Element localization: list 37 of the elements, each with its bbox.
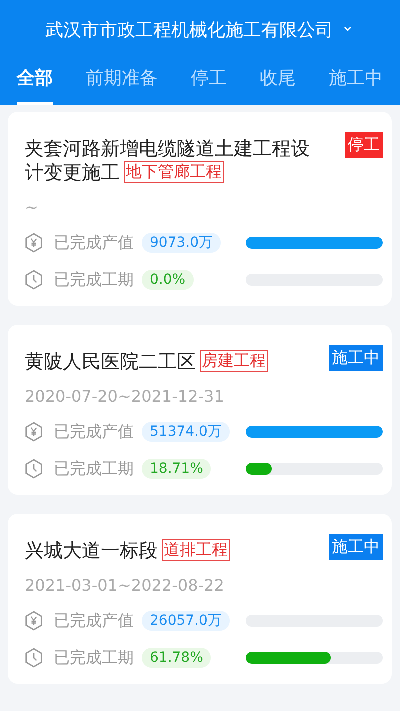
status-badge: 施工中 (329, 345, 383, 371)
yen-hexagon-icon (25, 422, 43, 442)
dropdown-icon[interactable]: ⌄ (341, 18, 355, 34)
project-title: 夹套河路新增电缆隧道土建工程设计变更施工 地下管廊工程 (25, 137, 311, 185)
metric-label: 已完成产值 (54, 610, 134, 632)
tab[interactable]: 全部 (17, 60, 53, 105)
yen-hexagon-icon (25, 610, 43, 630)
metric-value: 18.71% (142, 458, 212, 478)
yen-hexagon-icon (25, 232, 43, 252)
metric-value: 9073.0万 (142, 232, 221, 252)
metric-label: 已完成产值 (54, 420, 134, 442)
metric-label: 已完成工期 (54, 646, 134, 668)
metric-label: 已完成工期 (54, 458, 134, 480)
company-title[interactable]: 武汉市市政工程机械化施工有限公司 (45, 16, 334, 44)
metric-value: 61.78% (142, 648, 212, 668)
metric-value: 51374.0万 (142, 422, 230, 442)
tab[interactable]: 停工 (191, 60, 227, 105)
clock-hexagon-icon (25, 270, 43, 290)
date-range: ~ (25, 198, 38, 218)
tab[interactable]: 收尾 (260, 60, 296, 105)
clock-hexagon-icon (25, 648, 43, 668)
metric-label: 已完成工期 (54, 268, 134, 290)
date-range: 2020-07-20~2021-12-31 (25, 387, 224, 407)
clock-hexagon-icon (25, 458, 43, 478)
metric-label: 已完成产值 (54, 232, 134, 254)
project-card[interactable]: 夹套河路新增电缆隧道土建工程设计变更施工 地下管廊工程 停工 ~ 已完成产值 9073.0万 已完成工期 0.0% (8, 112, 392, 306)
project-card[interactable]: 黄陂人民医院二工区 房建工程 施工中 2020-07-20~2021-12-31 已完成产值 51374.0万 已完成工期 18.71% (8, 325, 392, 495)
project-title: 黄陂人民医院二工区 房建工程 (25, 350, 268, 374)
metric-value: 0.0% (142, 270, 194, 290)
tab[interactable]: 施工中 (329, 60, 383, 105)
status-badge: 施工中 (329, 534, 383, 560)
project-card[interactable]: 兴城大道一标段 道排工程 施工中 2021-03-01~2022-08-22 已完成产值 26057.0万 已完成工期 61.78% (8, 514, 392, 684)
date-range: 2021-03-01~2022-08-22 (25, 576, 224, 596)
status-badge: 停工 (345, 132, 383, 158)
tab[interactable]: 前期准备 (86, 60, 158, 105)
metric-value: 26057.0万 (142, 610, 230, 630)
project-title: 兴城大道一标段 道排工程 (25, 539, 230, 563)
